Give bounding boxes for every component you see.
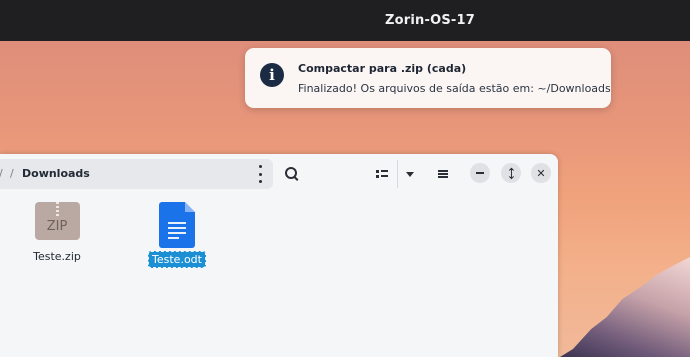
top-bar-title[interactable]: Zorin-OS-17: [360, 13, 500, 28]
maximize-icon: ⤢: [503, 165, 519, 181]
path-separator: /: [0, 167, 3, 180]
file-name: Teste.zip: [33, 250, 81, 263]
file-manager-window: / / Downloads ⤢ ✕ ZIP Teste.zip Teste.o: [0, 154, 558, 357]
maximize-button[interactable]: ⤢: [501, 163, 521, 183]
zip-icon-text: ZIP: [46, 219, 68, 234]
main-menu-button[interactable]: [432, 163, 454, 185]
notification-body: Finalizado! Os arquivos de saída estão e…: [298, 82, 611, 95]
top-bar: Zorin-OS-17: [0, 0, 690, 41]
path-menu-kebab-icon[interactable]: [255, 165, 265, 183]
view-options-dropdown-button[interactable]: [399, 163, 421, 185]
path-current-folder[interactable]: Downloads: [22, 167, 90, 180]
zip-archive-icon: ZIP: [34, 202, 80, 240]
file-name: Teste.odt: [148, 251, 206, 268]
search-icon: [285, 167, 297, 179]
minimize-button[interactable]: [470, 163, 490, 183]
path-bar[interactable]: / / Downloads: [0, 159, 273, 189]
wallpaper-mountain: [560, 257, 690, 357]
hamburger-menu-icon: [438, 173, 448, 175]
file-item[interactable]: ZIP Teste.zip: [26, 202, 88, 264]
notification-title: Compactar para .zip (cada): [298, 62, 467, 75]
document-icon: [159, 202, 195, 248]
list-view-icon: [376, 170, 388, 178]
page-fold: [185, 202, 195, 212]
notification[interactable]: i Compactar para .zip (cada) Finalizado!…: [245, 48, 611, 108]
info-icon: i: [260, 63, 284, 87]
list-view-button[interactable]: [371, 163, 393, 185]
zipper-icon: [55, 202, 59, 216]
path-separator: /: [10, 167, 14, 180]
file-item-selected[interactable]: Teste.odt: [146, 202, 208, 268]
search-button[interactable]: [281, 163, 303, 185]
text-lines: [168, 222, 186, 239]
minimize-icon: [476, 172, 484, 174]
close-icon: ✕: [536, 166, 546, 180]
close-button[interactable]: ✕: [531, 163, 551, 183]
toolbar-divider: [397, 160, 398, 188]
chevron-down-icon: [406, 171, 414, 177]
